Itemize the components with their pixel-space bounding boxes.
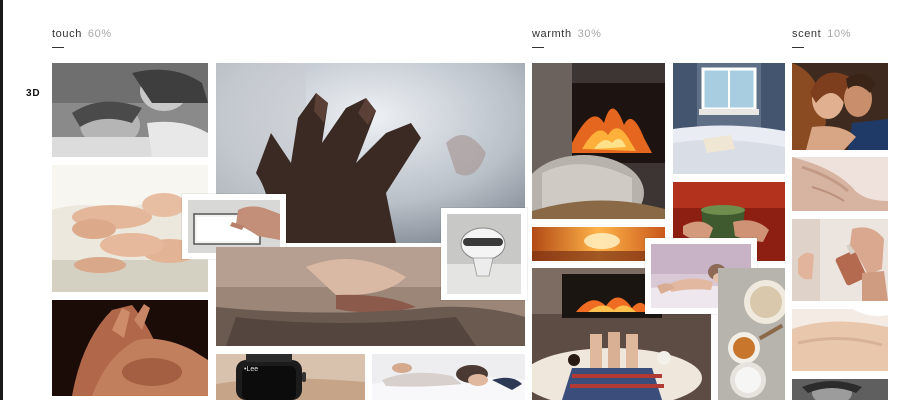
photo-scent-skin[interactable] xyxy=(792,309,888,371)
column-title: warmth xyxy=(532,28,572,40)
photo-warmth-window[interactable] xyxy=(673,63,785,174)
photo-warmth-food[interactable] xyxy=(718,268,785,400)
photo-touch-hands[interactable] xyxy=(52,300,208,396)
photo-scent-neck[interactable] xyxy=(792,157,888,211)
left-edge-line xyxy=(0,0,3,400)
photo-touch-device[interactable] xyxy=(441,208,527,300)
column-header-touch: touch 60% xyxy=(52,28,112,40)
column-title: scent xyxy=(792,28,822,40)
column-percent: 60% xyxy=(87,28,112,40)
row-label-3d: 3D xyxy=(26,88,41,99)
column-header-scent: scent 10% xyxy=(792,28,851,40)
column-title: touch xyxy=(52,28,82,40)
photo-touch-watch[interactable]: •Lee xyxy=(216,354,365,400)
column-percent: 30% xyxy=(577,28,602,40)
photo-touch-bed[interactable] xyxy=(372,354,525,400)
photo-scent-couple[interactable] xyxy=(792,63,888,150)
watch-screen-text: •Lee xyxy=(244,366,259,373)
column-rule xyxy=(532,47,544,48)
column-rule xyxy=(792,47,804,48)
photo-scent-perfume[interactable] xyxy=(792,219,888,301)
photo-scent-man[interactable] xyxy=(792,379,888,400)
photo-touch-couple-bw[interactable] xyxy=(52,63,208,157)
photo-warmth-fireplace[interactable] xyxy=(532,63,665,219)
column-header-warmth: warmth 30% xyxy=(532,28,602,40)
column-rule xyxy=(52,47,64,48)
column-percent: 10% xyxy=(827,28,852,40)
